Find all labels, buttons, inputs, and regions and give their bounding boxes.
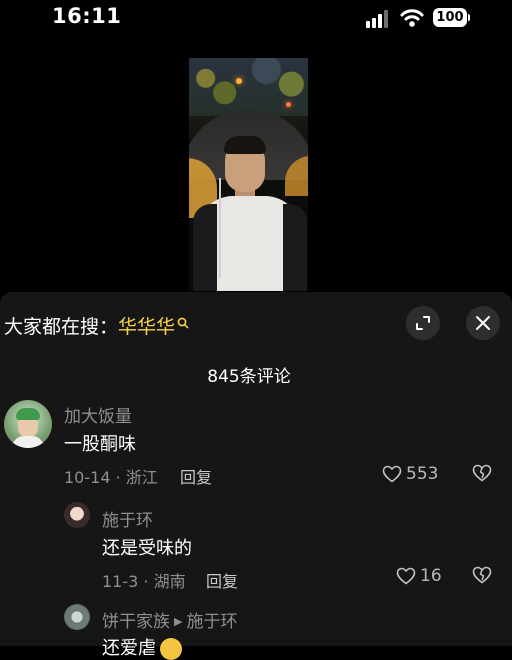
video-lamp [286,102,291,107]
reply-meta: 11-3 · 湖南 [102,572,186,591]
close-button[interactable] [466,306,500,340]
comment-username[interactable]: 加大饭量 [64,402,132,427]
avatar[interactable] [64,502,90,528]
reply-to-username[interactable]: 施于环 [186,612,237,632]
video-umbrella-pole [219,178,221,278]
close-icon [476,316,490,330]
broken-heart-icon[interactable] [472,464,492,482]
comment-panel: 大家都在搜： 华华华 845条评论 加大饭量 一股酮味 10-14 · 浙江 回… [0,292,512,660]
reply-username[interactable]: 饼干家族 [102,612,170,632]
expand-icon [416,316,430,330]
avatar-hair [16,408,40,420]
signal-icon [366,10,388,28]
like-button[interactable]: 553 [382,464,438,484]
reply-username[interactable]: 施于环 [102,506,153,531]
video-person-hair [224,136,266,154]
search-suggestion[interactable]: 大家都在搜： 华华华 [4,312,189,339]
battery-icon: 100 [433,8,467,27]
comment-count: 845条评论 [207,367,291,387]
avatar[interactable] [64,604,90,630]
reply-text: 还爱虐 [102,638,156,659]
reply-button[interactable]: 回复 [206,568,238,592]
heart-icon [382,465,402,483]
battery-level: 100 [436,10,464,25]
comment-text: 一股酮味 [64,434,136,455]
emoji-icon [160,638,182,660]
expand-button[interactable] [406,306,440,340]
status-bar: 16:11 100 [0,0,512,38]
video-background [189,58,308,116]
battery-nub [468,14,470,21]
video-player[interactable] [189,58,308,291]
like-count: 553 [406,464,439,484]
avatar[interactable] [4,400,52,448]
reply-button[interactable]: 回复 [180,464,212,488]
reply-text: 还是受味的 [102,538,192,559]
search-suggestion-term[interactable]: 华华华 [118,312,175,339]
heart-icon [396,567,416,585]
reply-arrow-icon: ▶ [174,615,183,628]
reply-username-thread[interactable]: 饼干家族 ▶ 施于环 [102,607,237,632]
wifi-icon [400,9,424,27]
like-count: 16 [420,566,442,586]
search-suggestion-prefix: 大家都在搜： [4,316,119,338]
comment-meta: 10-14 · 浙江 [64,468,158,487]
search-icon [177,317,189,328]
video-person-sleeve [193,204,217,291]
video-lamp [236,78,242,84]
video-person-sleeve [283,204,307,291]
reply-text-row: 还爱虐 [102,634,182,660]
status-time: 16:11 [52,4,122,28]
avatar-shirt [12,436,44,448]
broken-heart-icon[interactable] [472,566,492,584]
like-button[interactable]: 16 [396,566,442,586]
